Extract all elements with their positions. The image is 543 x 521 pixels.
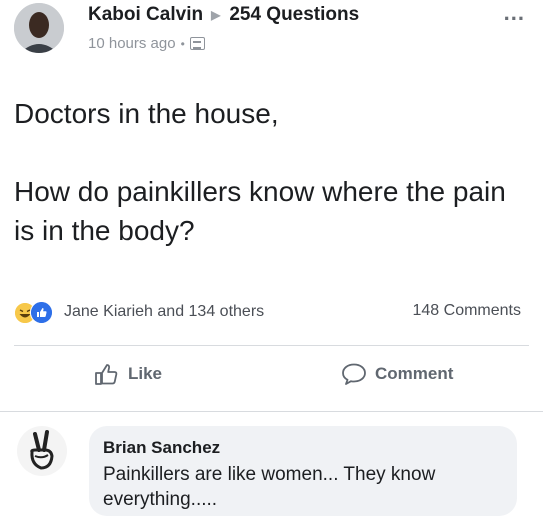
audience-icon[interactable] xyxy=(189,37,205,50)
post-text-line: How do painkillers know where the pain i… xyxy=(14,176,506,246)
post-header: Kaboi Calvin ▶ 254 Questions xyxy=(88,4,359,26)
post-card: Kaboi Calvin ▶ 254 Questions 10 hours ag… xyxy=(0,0,543,521)
comments-count-link[interactable]: 148 Comments xyxy=(413,302,522,320)
comment-bubble: Brian Sanchez Painkillers are like women… xyxy=(89,426,517,516)
post-meta: 10 hours ago • xyxy=(88,35,205,52)
comment-bubble-icon xyxy=(342,363,366,385)
commenter-avatar[interactable] xyxy=(17,426,67,476)
separator-dot: • xyxy=(180,36,185,51)
post-text-line: Doctors in the house, xyxy=(14,98,279,129)
commenter-name[interactable]: Brian Sanchez xyxy=(103,438,503,458)
comment-button[interactable]: Comment xyxy=(341,362,453,386)
author-name[interactable]: Kaboi Calvin xyxy=(88,4,203,26)
divider xyxy=(14,345,529,346)
post-body: Doctors in the house, How do painkillers… xyxy=(14,94,529,250)
like-label: Like xyxy=(128,364,163,383)
divider xyxy=(0,411,543,412)
like-button[interactable]: Like xyxy=(94,362,162,386)
reaction-icons xyxy=(14,301,58,324)
comment-label: Comment xyxy=(375,364,454,383)
group-name[interactable]: 254 Questions xyxy=(229,4,359,26)
arrow-right-icon: ▶ xyxy=(211,8,221,22)
thumbs-up-icon xyxy=(95,364,118,385)
reactions-summary[interactable]: Jane Kiarieh and 134 others xyxy=(14,301,264,324)
comment-text: Painkillers are like women... They know … xyxy=(103,464,436,510)
post-timestamp[interactable]: 10 hours ago xyxy=(88,35,176,52)
author-avatar[interactable] xyxy=(14,3,64,53)
like-icon xyxy=(30,301,53,324)
peace-sign-hand-icon xyxy=(30,430,54,470)
more-options-button[interactable]: ... xyxy=(504,0,525,26)
reactions-text[interactable]: Jane Kiarieh and 134 others xyxy=(64,303,264,321)
